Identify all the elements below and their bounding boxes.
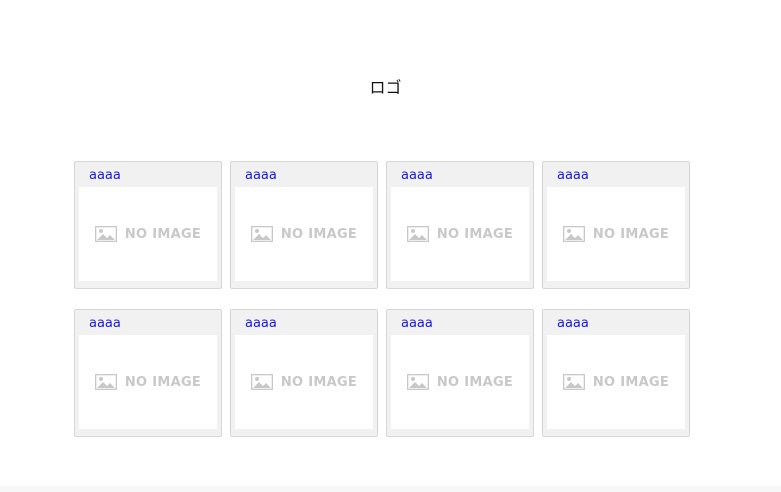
image-placeholder-icon: [94, 226, 117, 242]
card: aaaa NO IMAGE: [74, 309, 222, 437]
card-image[interactable]: NO IMAGE: [79, 335, 217, 429]
no-image-placeholder: NO IMAGE: [250, 374, 358, 390]
no-image-label: NO IMAGE: [436, 226, 514, 242]
no-image-placeholder: NO IMAGE: [562, 226, 670, 242]
image-placeholder-icon: [94, 374, 117, 390]
card-image[interactable]: NO IMAGE: [391, 187, 529, 281]
no-image-label: NO IMAGE: [436, 374, 514, 390]
image-placeholder-icon: [250, 374, 273, 390]
no-image-label: NO IMAGE: [124, 226, 202, 242]
card-grid: aaaa NO IMAGE aaaa NO IMAGE aaaa NO IMAG…: [74, 161, 694, 437]
card-title-link[interactable]: aaaa: [245, 316, 277, 332]
card: aaaa NO IMAGE: [542, 309, 690, 437]
card: aaaa NO IMAGE: [74, 161, 222, 289]
no-image-placeholder: NO IMAGE: [94, 374, 202, 390]
image-placeholder-icon: [562, 226, 585, 242]
image-placeholder-icon: [250, 226, 273, 242]
card: aaaa NO IMAGE: [230, 309, 378, 437]
logo: ロゴ: [369, 78, 402, 97]
card-image[interactable]: NO IMAGE: [547, 335, 685, 429]
card-title-link[interactable]: aaaa: [89, 316, 121, 332]
no-image-label: NO IMAGE: [592, 374, 670, 390]
page-footer-strip: [0, 486, 781, 492]
no-image-placeholder: NO IMAGE: [94, 226, 202, 242]
no-image-label: NO IMAGE: [280, 374, 358, 390]
page: ロゴ aaaa NO IMAGE aaaa NO IMAGE aaaa NO I…: [0, 0, 781, 492]
card: aaaa NO IMAGE: [386, 161, 534, 289]
image-placeholder-icon: [406, 226, 429, 242]
card-title-link[interactable]: aaaa: [557, 316, 589, 332]
card-image[interactable]: NO IMAGE: [79, 187, 217, 281]
image-placeholder-icon: [406, 374, 429, 390]
card-title-link[interactable]: aaaa: [557, 168, 589, 184]
no-image-placeholder: NO IMAGE: [406, 226, 514, 242]
card-image[interactable]: NO IMAGE: [235, 187, 373, 281]
card: aaaa NO IMAGE: [386, 309, 534, 437]
no-image-placeholder: NO IMAGE: [406, 374, 514, 390]
card: aaaa NO IMAGE: [230, 161, 378, 289]
card-title-link[interactable]: aaaa: [89, 168, 121, 184]
card: aaaa NO IMAGE: [542, 161, 690, 289]
card-title-link[interactable]: aaaa: [401, 316, 433, 332]
card-title-link[interactable]: aaaa: [401, 168, 433, 184]
card-image[interactable]: NO IMAGE: [391, 335, 529, 429]
card-title-link[interactable]: aaaa: [245, 168, 277, 184]
no-image-label: NO IMAGE: [124, 374, 202, 390]
card-image[interactable]: NO IMAGE: [547, 187, 685, 281]
card-image[interactable]: NO IMAGE: [235, 335, 373, 429]
no-image-label: NO IMAGE: [280, 226, 358, 242]
no-image-placeholder: NO IMAGE: [562, 374, 670, 390]
no-image-label: NO IMAGE: [592, 226, 670, 242]
no-image-placeholder: NO IMAGE: [250, 226, 358, 242]
image-placeholder-icon: [562, 374, 585, 390]
